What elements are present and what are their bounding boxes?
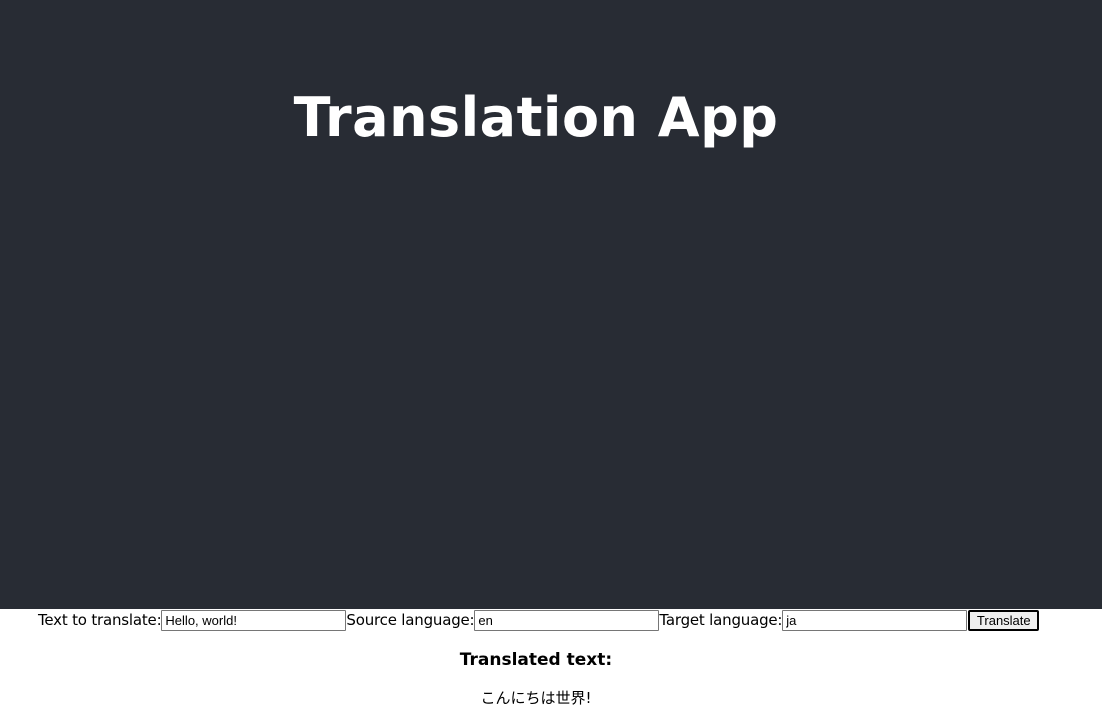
source-language-input[interactable] [474, 609, 660, 631]
target-language-input[interactable] [782, 609, 968, 631]
app-header: Translation App [0, 0, 1102, 609]
target-language-label: Target language: [659, 611, 783, 629]
translate-button[interactable]: Translate [968, 609, 1040, 631]
source-language-label: Source language: [346, 611, 475, 629]
text-to-translate-label: Text to translate: [38, 611, 162, 629]
page-title: Translation App [293, 86, 779, 149]
translation-form: Text to translate: Source language: Targ… [38, 609, 1040, 631]
translated-text-heading: Translated text: [459, 650, 613, 670]
text-to-translate-input[interactable] [161, 609, 347, 631]
translated-text-output: こんにちは世界! [480, 689, 592, 707]
